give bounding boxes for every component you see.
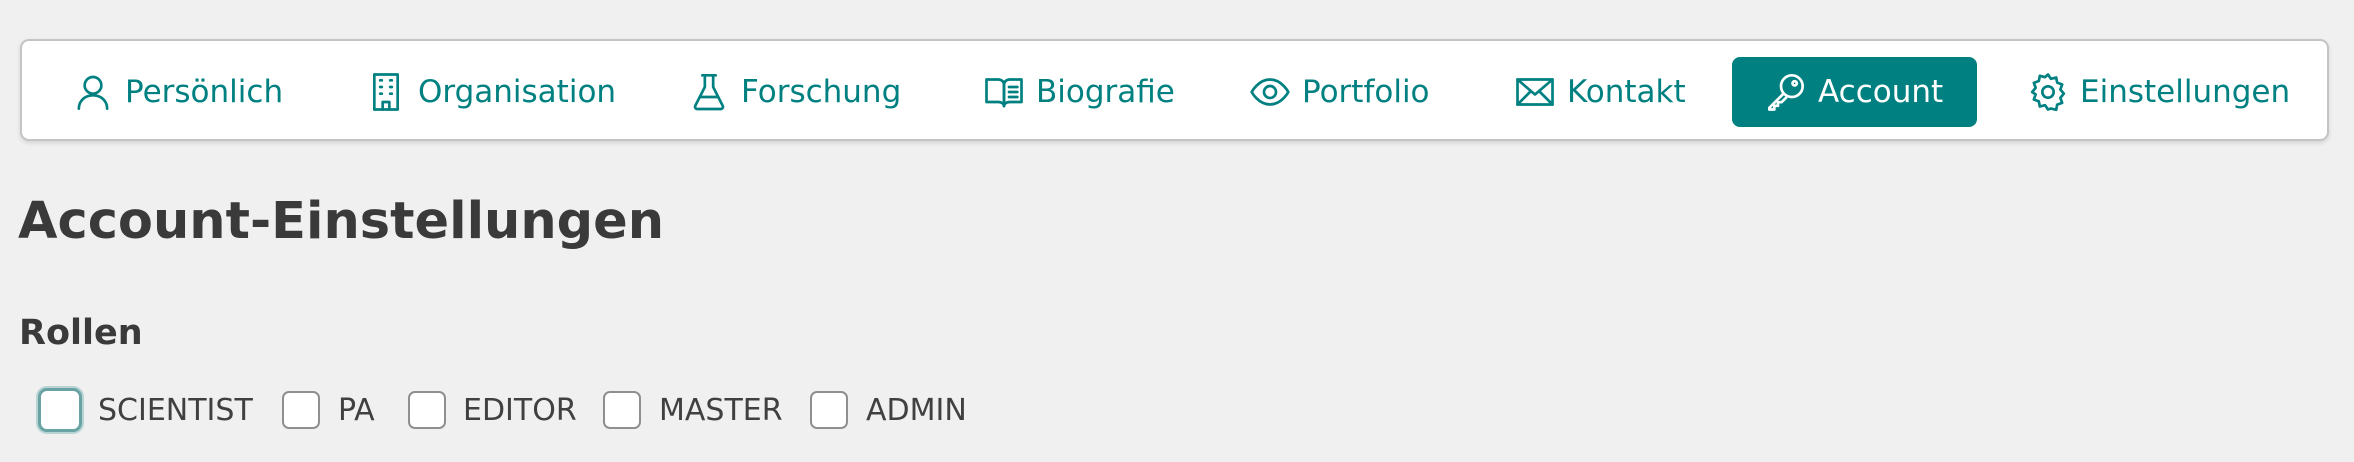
nav-tab-label: Organisation <box>418 74 617 110</box>
person-icon <box>77 75 109 110</box>
role-option-master[interactable]: MASTER <box>603 388 783 432</box>
nav-tab-label: Portfolio <box>1302 74 1430 110</box>
nav-tab-organisation[interactable]: Organisation <box>366 57 616 127</box>
role-label: MASTER <box>659 392 783 428</box>
role-checkbox[interactable] <box>408 391 446 429</box>
role-label: ADMIN <box>866 392 967 428</box>
nav-tab-label: Persönlich <box>125 74 284 110</box>
nav-tab-label: Biografie <box>1036 74 1175 110</box>
nav-tab-label: Kontakt <box>1567 74 1686 110</box>
nav-tab-forschung[interactable]: Forschung <box>689 57 901 127</box>
page-title: Account-Einstellungen <box>18 192 665 251</box>
building-icon <box>373 73 399 111</box>
role-checkbox[interactable] <box>603 391 641 429</box>
nav-tab-portfolio[interactable]: Portfolio <box>1250 57 1430 127</box>
nav-tab-biografie[interactable]: Biografie <box>984 57 1175 127</box>
role-label: EDITOR <box>463 392 577 428</box>
role-option-scientist[interactable]: SCIENTIST <box>38 388 253 432</box>
top-navigation: Persönlich Organisation Forschung Biogra… <box>20 39 2329 141</box>
flask-icon <box>693 74 725 111</box>
role-option-editor[interactable]: EDITOR <box>408 388 577 432</box>
nav-tab-label: Einstellungen <box>2080 74 2291 110</box>
role-checkbox[interactable] <box>282 391 320 429</box>
open-book-icon <box>985 78 1023 108</box>
role-option-pa[interactable]: PA <box>282 388 375 432</box>
nav-tab-einstellungen[interactable]: Einstellungen <box>2028 57 2290 127</box>
role-checkbox[interactable] <box>38 388 82 432</box>
role-label: PA <box>338 392 375 428</box>
nav-tab-label: Forschung <box>741 74 902 110</box>
envelope-icon <box>1516 78 1554 106</box>
role-option-admin[interactable]: ADMIN <box>810 388 967 432</box>
roles-heading: Rollen <box>19 313 143 353</box>
role-label: SCIENTIST <box>98 392 253 428</box>
nav-tab-account[interactable]: Account <box>1732 57 1977 127</box>
role-checkbox[interactable] <box>810 391 848 429</box>
nav-tab-persoenlich[interactable]: Persönlich <box>73 57 283 127</box>
gear-icon <box>2030 73 2066 112</box>
nav-tab-kontakt[interactable]: Kontakt <box>1515 57 1686 127</box>
nav-tab-label: Account <box>1818 74 1944 110</box>
eye-icon <box>1250 78 1290 106</box>
key-icon <box>1768 74 1804 111</box>
